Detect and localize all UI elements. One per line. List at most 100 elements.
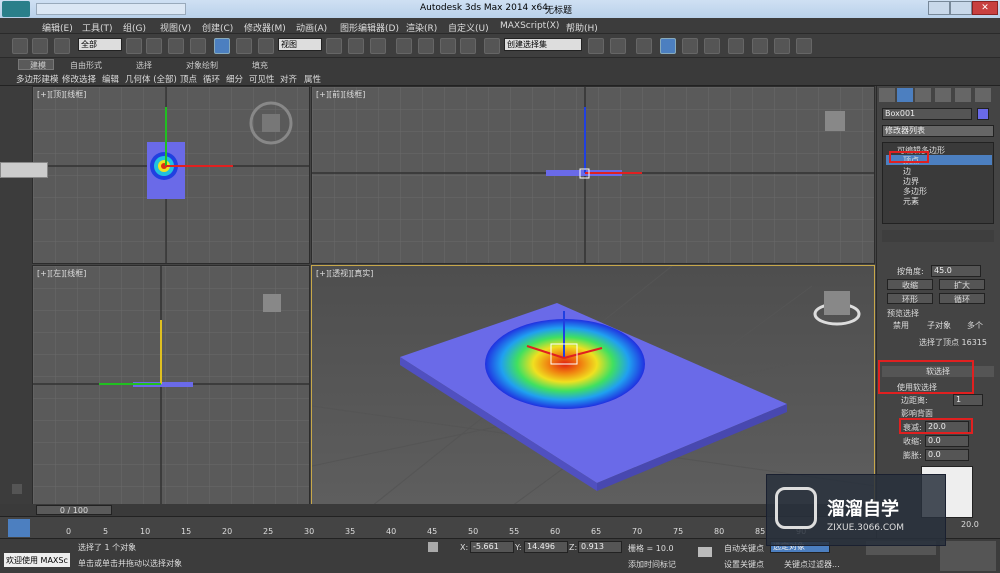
rendered-frame-icon[interactable]: [774, 38, 790, 54]
ribbon-tab-populate[interactable]: 填充: [252, 60, 268, 71]
maxscript-listener[interactable]: 欢迎使用 MAXSc: [4, 553, 70, 567]
unlink-icon[interactable]: [32, 38, 48, 54]
move-icon[interactable]: [214, 38, 230, 54]
angle-snap-icon[interactable]: [418, 38, 434, 54]
by-angle-field[interactable]: 45.0: [931, 265, 981, 277]
menu-graph-editors[interactable]: 图形编辑器(D): [340, 21, 399, 34]
ribbon-tab-object-paint[interactable]: 对象绘制: [186, 60, 218, 71]
create-tab-icon[interactable]: [879, 88, 895, 102]
hierarchy-tab-icon[interactable]: [915, 88, 931, 102]
menu-customize[interactable]: 自定义(U): [448, 21, 489, 34]
viewport-left[interactable]: [+][左][线框]: [32, 265, 310, 505]
pivot-icon[interactable]: [326, 38, 342, 54]
edge-distance-field[interactable]: 1: [953, 394, 983, 406]
selection-filter-dropdown[interactable]: 全部: [78, 38, 122, 51]
scale-icon[interactable]: [258, 38, 274, 54]
grow-button[interactable]: 扩大: [939, 279, 985, 290]
edit-named-sel-icon[interactable]: [484, 38, 500, 54]
quick-access-bar[interactable]: [36, 3, 186, 15]
layer-manager-icon[interactable]: [636, 38, 652, 54]
maximize-button[interactable]: [950, 1, 972, 15]
reference-coord-dropdown[interactable]: 视图: [278, 38, 322, 51]
percent-snap-icon[interactable]: [440, 38, 456, 54]
utilities-tab-icon[interactable]: [975, 88, 991, 102]
rect-selection-icon[interactable]: [168, 38, 184, 54]
ribbon-visibility[interactable]: 可见性: [249, 73, 275, 85]
x-coord-field[interactable]: -5.661: [470, 541, 514, 553]
ribbon-loops[interactable]: 循环: [203, 73, 220, 85]
ring-button[interactable]: 环形: [887, 293, 933, 304]
track-bar[interactable]: 0 5 10 15 20 25 30 35 40 45 50 55 60 65 …: [0, 516, 876, 538]
set-key-button[interactable]: 设置关键点: [724, 559, 764, 570]
menu-modifiers[interactable]: 修改器(M): [244, 21, 286, 34]
key-icon[interactable]: [698, 547, 712, 557]
viewport-top-label[interactable]: [+][顶][线框]: [37, 89, 86, 100]
lock-selection-icon[interactable]: [428, 542, 438, 552]
viewport-perspective[interactable]: [+][透视][真实]: [311, 265, 875, 505]
named-selection-dropdown[interactable]: 创建选择集: [504, 38, 582, 51]
window-crossing-icon[interactable]: [190, 38, 206, 54]
ribbon-edit[interactable]: 编辑: [102, 73, 119, 85]
key-filters-button[interactable]: 关键点过滤器...: [784, 559, 840, 570]
scroll-down-icon[interactable]: [12, 484, 22, 494]
select-manipulate-icon[interactable]: [348, 38, 364, 54]
viewport-front-label[interactable]: [+][前][线框]: [316, 89, 365, 100]
display-tab-icon[interactable]: [955, 88, 971, 102]
material-editor-icon[interactable]: [728, 38, 744, 54]
ribbon-tab-modeling[interactable]: 建模: [30, 60, 46, 71]
viewport-nav-controls[interactable]: [940, 541, 996, 571]
viewport-top[interactable]: [+][顶][线框]: [32, 86, 310, 264]
viewport-left-label[interactable]: [+][左][线框]: [37, 268, 86, 279]
ribbon-subdivision[interactable]: 细分: [226, 73, 243, 85]
motion-tab-icon[interactable]: [935, 88, 951, 102]
app-logo-icon[interactable]: [2, 1, 30, 17]
add-time-tag[interactable]: 添加时间标记: [628, 559, 676, 570]
mirror-icon[interactable]: [588, 38, 604, 54]
z-coord-field[interactable]: 0.913: [578, 541, 622, 553]
menu-group[interactable]: 组(G): [123, 21, 146, 34]
stack-tools-bar[interactable]: [882, 230, 994, 242]
viewport-front[interactable]: [+][前][线框]: [311, 86, 875, 264]
ribbon-align[interactable]: 对齐: [280, 73, 297, 85]
floating-toolbar[interactable]: [0, 162, 48, 178]
edge-distance-label[interactable]: 边距离:: [901, 395, 928, 406]
auto-key-button[interactable]: 自动关键点: [724, 543, 764, 554]
ribbon-properties[interactable]: 属性: [304, 73, 321, 85]
ribbon-tab-freeform[interactable]: 自由形式: [70, 60, 102, 71]
ribbon-modify-selection[interactable]: 修改选择: [62, 73, 96, 85]
time-slider-thumb[interactable]: 0 / 100: [36, 505, 112, 515]
graphite-toggle-icon[interactable]: [660, 38, 676, 54]
modifier-list-dropdown[interactable]: 修改器列表: [882, 125, 994, 137]
bubble-field[interactable]: 0.0: [925, 449, 969, 461]
time-slider[interactable]: 0 / 100: [0, 504, 876, 516]
y-coord-field[interactable]: 14.496: [524, 541, 568, 553]
ribbon-geometry-all[interactable]: 几何体 (全部): [125, 73, 177, 85]
snaps-toggle-icon[interactable]: [396, 38, 412, 54]
rotate-icon[interactable]: [236, 38, 252, 54]
keyboard-shortcut-icon[interactable]: [370, 38, 386, 54]
menu-animation[interactable]: 动画(A): [296, 21, 327, 34]
menu-edit[interactable]: 编辑(E): [42, 21, 73, 34]
mini-curve-editor-icon[interactable]: [8, 519, 30, 537]
schematic-view-icon[interactable]: [704, 38, 720, 54]
stack-element[interactable]: 元素: [903, 196, 919, 207]
object-color-swatch[interactable]: [977, 108, 989, 120]
render-production-icon[interactable]: [796, 38, 812, 54]
close-button[interactable]: ✕: [972, 1, 998, 15]
menu-help[interactable]: 帮助(H): [566, 21, 598, 34]
curve-editor-icon[interactable]: [682, 38, 698, 54]
render-setup-icon[interactable]: [752, 38, 768, 54]
shrink-button[interactable]: 收缩: [887, 279, 933, 290]
bind-space-warp-icon[interactable]: [54, 38, 70, 54]
menu-view[interactable]: 视图(V): [160, 21, 191, 34]
modify-tab-icon[interactable]: [897, 88, 913, 102]
align-icon[interactable]: [610, 38, 626, 54]
ribbon-poly-modeling[interactable]: 多边形建模: [16, 73, 59, 85]
object-name-field[interactable]: Box001: [882, 108, 972, 120]
loop-button[interactable]: 循环: [939, 293, 985, 304]
select-object-icon[interactable]: [126, 38, 142, 54]
select-by-name-icon[interactable]: [146, 38, 162, 54]
spinner-snap-icon[interactable]: [460, 38, 476, 54]
preview-disable-radio[interactable]: 禁用: [893, 320, 909, 331]
preview-subobj-radio[interactable]: 子对象: [927, 320, 951, 331]
